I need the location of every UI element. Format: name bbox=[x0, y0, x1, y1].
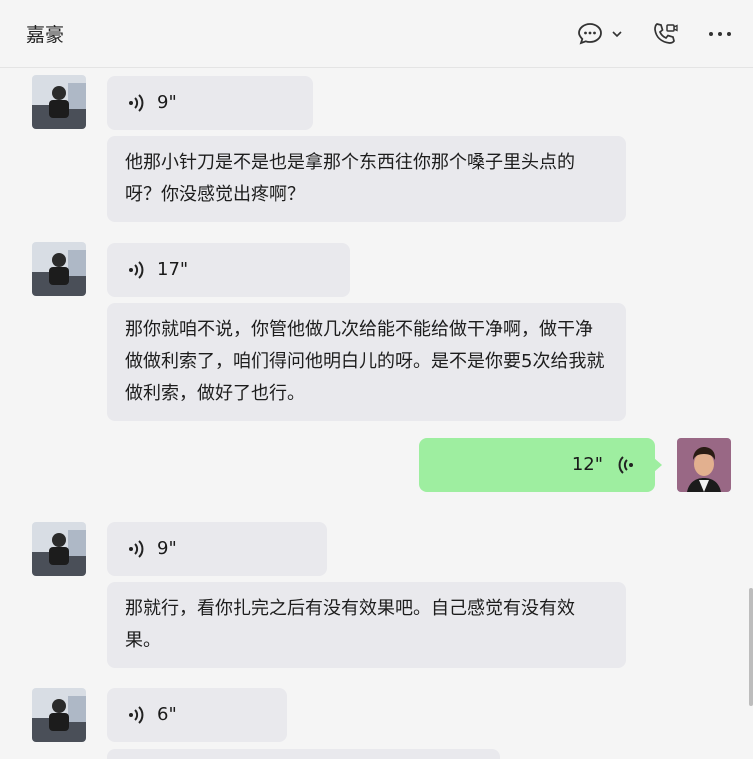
chat-header: 嘉豪 bbox=[0, 0, 753, 68]
voice-message[interactable]: 9" bbox=[107, 522, 327, 576]
voice-message[interactable]: 6" bbox=[107, 688, 287, 742]
more-icon[interactable] bbox=[704, 18, 736, 50]
voice-wave-icon bbox=[618, 456, 633, 474]
voice-wave-icon bbox=[129, 94, 144, 112]
scrollbar[interactable] bbox=[749, 588, 753, 706]
voice-duration: 9" bbox=[157, 538, 177, 559]
contact-avatar[interactable] bbox=[32, 688, 86, 742]
voice-wave-icon bbox=[129, 706, 144, 724]
contact-avatar[interactable] bbox=[32, 242, 86, 296]
voice-transcript: 他那小针刀是不是也是拿那个东西往你那个嗓子里头点的呀？你没感觉出疼啊？ bbox=[107, 136, 626, 222]
chat-area: 9" 他那小针刀是不是也是拿那个东西往你那个嗓子里头点的呀？你没感觉出疼啊？ 1… bbox=[0, 69, 753, 759]
voice-message[interactable]: 17" bbox=[107, 243, 350, 297]
contact-avatar[interactable] bbox=[32, 522, 86, 576]
voice-duration: 12" bbox=[571, 454, 603, 475]
voice-message[interactable]: 9" bbox=[107, 76, 313, 130]
voice-transcript: 那你就咱不说，你管他做几次给能不能给做干净啊，做干净做做利索了，咱们得问他明白儿… bbox=[107, 303, 626, 421]
chat-title: 嘉豪 bbox=[26, 24, 65, 46]
chat-bubble-icon[interactable] bbox=[574, 18, 606, 50]
voice-duration: 17" bbox=[157, 259, 189, 280]
voice-duration: 9" bbox=[157, 92, 177, 113]
contact-avatar[interactable] bbox=[32, 75, 86, 129]
call-icon[interactable] bbox=[648, 18, 680, 50]
voice-transcript-partial bbox=[107, 749, 500, 759]
voice-transcript: 那就行，看你扎完之后有没有效果吧。自己感觉有没有效果。 bbox=[107, 582, 626, 668]
chevron-down-icon[interactable] bbox=[606, 18, 628, 50]
bubble-tail bbox=[654, 458, 662, 472]
voice-wave-icon bbox=[129, 261, 144, 279]
voice-duration: 6" bbox=[157, 704, 177, 725]
voice-wave-icon bbox=[129, 540, 144, 558]
my-voice-message[interactable]: 12" bbox=[419, 438, 655, 492]
my-avatar[interactable] bbox=[677, 438, 731, 492]
